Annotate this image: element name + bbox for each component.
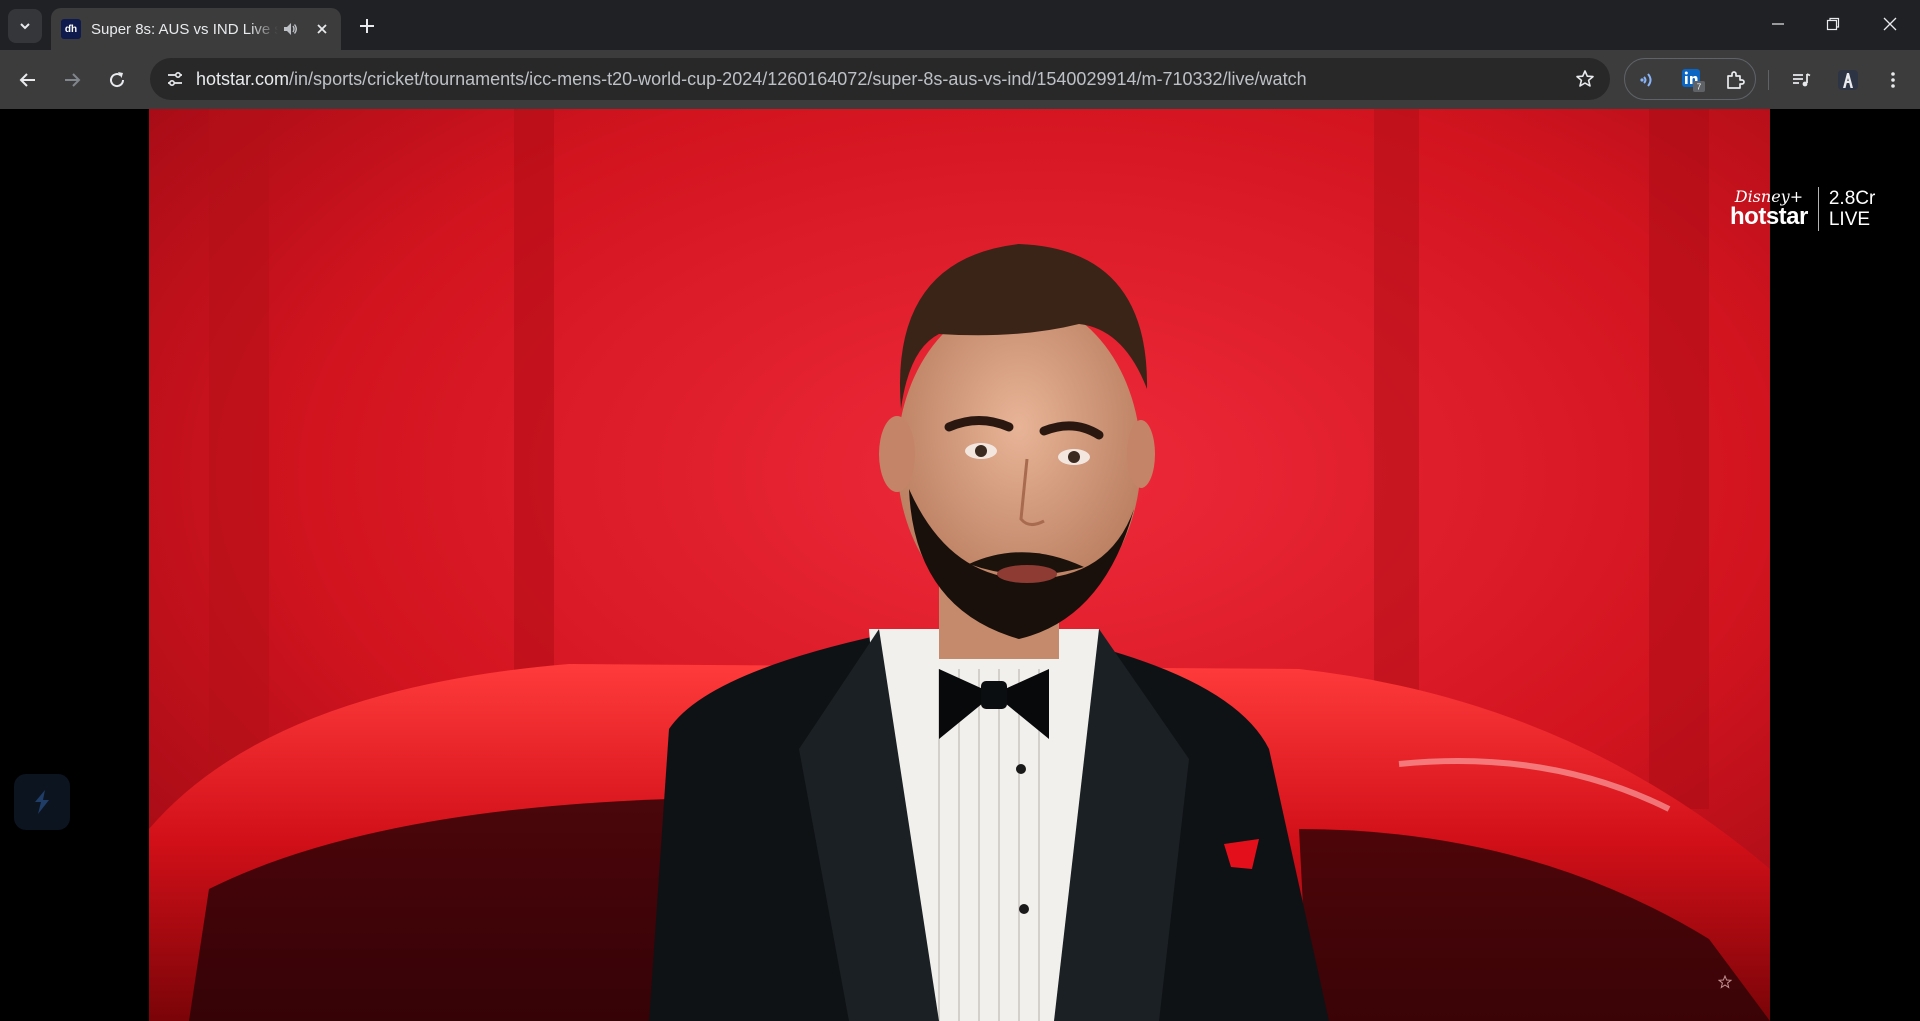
kebab-menu-icon — [1891, 72, 1895, 88]
linkedin-icon: 7 — [1682, 69, 1705, 92]
minimize-button[interactable] — [1758, 8, 1798, 40]
forward-button[interactable] — [56, 64, 88, 96]
toolbar-divider — [1768, 70, 1769, 90]
star-icon — [1576, 70, 1594, 87]
url-path: /in/sports/cricket/tournaments/icc-mens-… — [289, 69, 1307, 89]
active-tab[interactable]: ɗh Super 8s: AUS vs IND Live stream — [51, 8, 341, 50]
disney-hotstar-logo: Disney+ hotstar — [1730, 189, 1808, 229]
url-text[interactable]: hotstar.com/in/sports/cricket/tournament… — [196, 69, 1307, 90]
video-player[interactable] — [149, 109, 1770, 1021]
reload-icon — [110, 72, 125, 88]
profile-icon — [1838, 70, 1858, 90]
read-aloud-icon — [1640, 73, 1652, 87]
extension-badge: 7 — [1697, 83, 1702, 92]
address-bar[interactable]: hotstar.com/in/sports/cricket/tournament… — [150, 58, 1610, 100]
close-icon — [317, 24, 327, 34]
bookmark-button[interactable] — [1572, 66, 1598, 92]
read-aloud-extension[interactable] — [1635, 66, 1663, 94]
tab-strip: ɗh Super 8s: AUS vs IND Live stream — [0, 0, 1920, 50]
live-stats: 2.8Cr LIVE — [1829, 188, 1875, 230]
media-control-icon — [1793, 73, 1811, 87]
browser-menu-button[interactable] — [1877, 64, 1909, 96]
close-icon — [1883, 17, 1897, 31]
hotstar-live-badge: Disney+ hotstar 2.8Cr LIVE — [1730, 187, 1875, 231]
live-label: LIVE — [1828, 209, 1871, 230]
close-tab-button[interactable] — [313, 20, 331, 38]
browser-toolbar: hotstar.com/in/sports/cricket/tournament… — [0, 50, 1920, 109]
side-widget-button[interactable] — [14, 774, 70, 830]
forward-icon — [65, 73, 81, 87]
new-tab-button[interactable] — [354, 13, 380, 39]
plus-icon — [360, 19, 374, 33]
star-watermark-icon — [1718, 975, 1732, 989]
site-info-icon — [168, 71, 182, 87]
url-host: hotstar.com — [196, 69, 290, 89]
chevron-down-icon — [20, 23, 30, 30]
puzzle-icon — [1727, 71, 1745, 89]
bolt-app-icon — [35, 790, 49, 814]
linkedin-extension[interactable]: 7 — [1679, 66, 1707, 94]
video-frame-image — [149, 109, 1770, 1021]
tab-title: Super 8s: AUS vs IND Live stream — [91, 20, 278, 38]
brand-bottom: hotstar — [1730, 203, 1808, 230]
restore-icon — [1826, 17, 1840, 31]
back-icon — [19, 73, 35, 87]
site-info-button[interactable] — [160, 64, 190, 94]
back-button[interactable] — [12, 64, 44, 96]
restore-button[interactable] — [1813, 8, 1853, 40]
extensions-menu-button[interactable] — [1721, 66, 1749, 94]
close-window-button[interactable] — [1870, 8, 1910, 40]
speaker-icon[interactable] — [282, 20, 300, 38]
hotstar-favicon-icon: ɗh — [61, 19, 81, 39]
extensions-group: 7 — [1624, 58, 1756, 100]
media-control-button[interactable] — [1785, 64, 1817, 96]
viewer-count: 2.8Cr — [1828, 188, 1876, 209]
profile-button[interactable] — [1832, 64, 1864, 96]
minimize-icon — [1772, 23, 1784, 25]
reload-button[interactable] — [101, 64, 133, 96]
tab-search-button[interactable] — [8, 9, 42, 43]
brand-divider — [1817, 187, 1819, 231]
video-viewport: Disney+ hotstar 2.8Cr LIVE — [0, 109, 1920, 1021]
